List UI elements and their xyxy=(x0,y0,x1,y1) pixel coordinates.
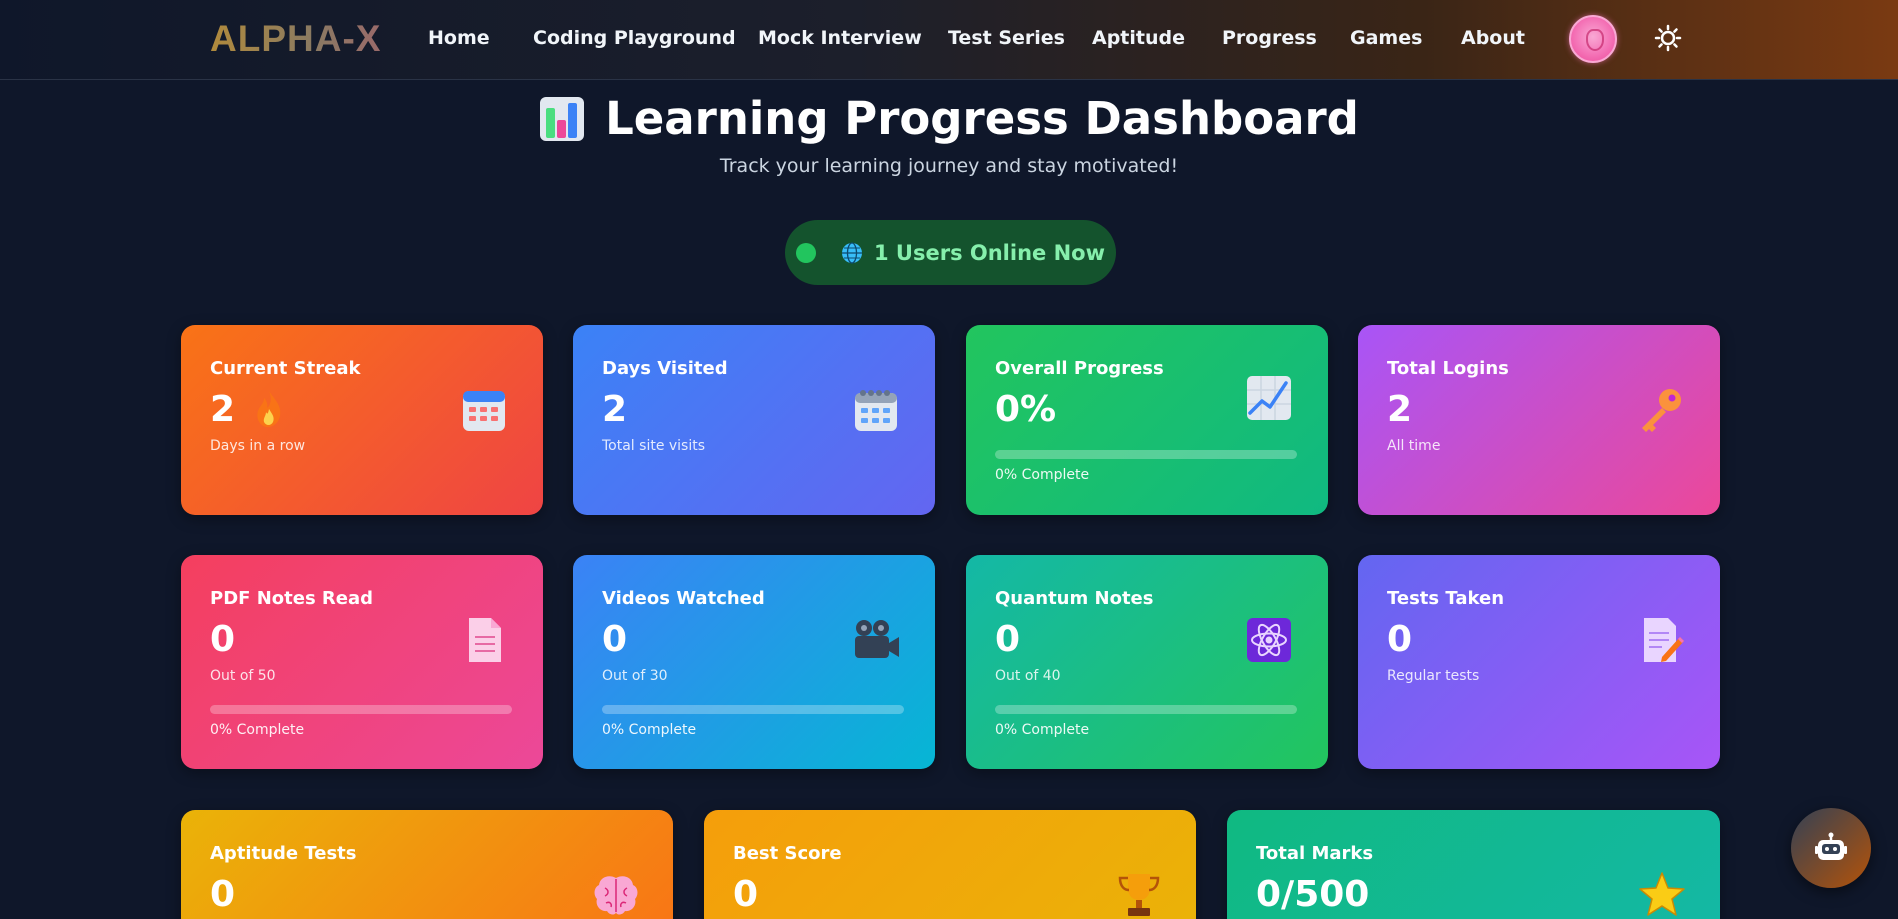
card-videos-watched: Videos Watched 0 Out of 30 0% Complete xyxy=(573,555,935,769)
online-users-badge: 1 Users Online Now xyxy=(785,220,1116,285)
nav-coding-playground[interactable]: Coding Playground xyxy=(533,27,736,49)
fire-icon xyxy=(257,391,281,428)
online-users-text: 1 Users Online Now xyxy=(874,240,1105,265)
trophy-icon xyxy=(1118,874,1160,916)
nav-mock-interview[interactable]: Mock Interview xyxy=(758,27,922,49)
card-sub: Out of 50 xyxy=(210,668,276,684)
card-label: Best Score xyxy=(733,843,842,864)
card-label: PDF Notes Read xyxy=(210,588,374,609)
card-label: Quantum Notes xyxy=(995,588,1154,609)
card-overall-progress: Overall Progress 0% 0% Complete xyxy=(966,325,1328,515)
card-pdf-notes-read: PDF Notes Read 0 Out of 50 0% Complete xyxy=(181,555,543,769)
card-aptitude-tests: Aptitude Tests 0 xyxy=(181,810,673,919)
card-tests-taken: Tests Taken 0 Regular tests xyxy=(1358,555,1720,769)
document-icon xyxy=(469,618,501,662)
card-label: Days Visited xyxy=(602,358,728,379)
progress-text: 0% Complete xyxy=(995,722,1090,738)
spiral-calendar-icon xyxy=(855,390,897,431)
sun-icon[interactable] xyxy=(1654,24,1682,52)
globe-icon xyxy=(842,241,862,264)
card-value: 2 xyxy=(210,389,236,430)
card-sub: Total site visits xyxy=(602,438,706,454)
progress-bar xyxy=(602,705,904,714)
progress-bar xyxy=(995,705,1297,714)
progress-text: 0% Complete xyxy=(602,722,697,738)
key-icon xyxy=(1642,389,1681,432)
robot-icon xyxy=(1815,832,1847,860)
chatbot-button[interactable] xyxy=(1791,808,1871,888)
progress-text: 0% Complete xyxy=(995,467,1090,483)
card-sub: Days in a row xyxy=(210,438,306,454)
card-label: Current Streak xyxy=(210,358,361,379)
card-value: 0% xyxy=(995,389,1057,430)
nav-aptitude[interactable]: Aptitude xyxy=(1092,27,1185,49)
card-current-streak: Current Streak 2 Days in a row xyxy=(181,325,543,515)
card-label: Tests Taken xyxy=(1387,588,1505,609)
movie-camera-icon xyxy=(855,620,899,658)
page-title-text: Learning Progress Dashboard xyxy=(605,92,1359,145)
calendar-icon xyxy=(463,391,505,431)
card-value: 0 xyxy=(210,874,236,915)
online-status-dot xyxy=(796,242,816,263)
card-best-score: Best Score 0 xyxy=(704,810,1196,919)
card-label: Overall Progress xyxy=(995,358,1164,379)
card-value: 0 xyxy=(733,874,759,915)
nav-home[interactable]: Home xyxy=(428,27,490,49)
progress-bar xyxy=(995,450,1297,459)
nav-progress[interactable]: Progress xyxy=(1222,27,1317,49)
card-sub: Out of 30 xyxy=(602,668,668,684)
card-total-marks: Total Marks 0/500 xyxy=(1227,810,1720,919)
card-value: 2 xyxy=(1387,389,1413,430)
card-label: Videos Watched xyxy=(602,588,765,609)
card-label: Aptitude Tests xyxy=(210,843,357,864)
card-sub: All time xyxy=(1387,438,1441,454)
atom-icon xyxy=(1247,618,1291,662)
avatar[interactable] xyxy=(1569,15,1617,63)
card-value: 0 xyxy=(210,619,236,660)
nav-test-series[interactable]: Test Series xyxy=(948,27,1065,49)
progress-text: 0% Complete xyxy=(210,722,305,738)
card-days-visited: Days Visited 2 Total site visits xyxy=(573,325,935,515)
progress-bar xyxy=(210,705,512,714)
card-sub: Regular tests xyxy=(1387,668,1480,684)
nav-games[interactable]: Games xyxy=(1350,27,1422,49)
card-label: Total Marks xyxy=(1256,843,1374,864)
page-title: Learning Progress Dashboard xyxy=(539,92,1359,145)
brain-icon xyxy=(594,876,638,915)
card-value: 0 xyxy=(1387,619,1413,660)
page-subtitle: Track your learning journey and stay mot… xyxy=(719,155,1179,177)
card-sub: Out of 40 xyxy=(995,668,1061,684)
card-quantum-notes: Quantum Notes 0 Out of 40 0% Complete xyxy=(966,555,1328,769)
card-label: Total Logins xyxy=(1387,358,1509,379)
card-value: 0 xyxy=(602,619,628,660)
star-icon xyxy=(1639,872,1685,916)
logo[interactable]: ALPHA-X xyxy=(210,18,381,60)
card-value: 0 xyxy=(995,619,1021,660)
chart-increasing-icon xyxy=(1247,376,1291,420)
card-total-logins: Total Logins 2 All time xyxy=(1358,325,1720,515)
card-value: 0/500 xyxy=(1256,874,1370,915)
navbar: ALPHA-X Home Coding Playground Mock Inte… xyxy=(0,0,1898,80)
memo-icon xyxy=(1644,618,1684,662)
nav-about[interactable]: About xyxy=(1461,27,1525,49)
card-value: 2 xyxy=(602,389,628,430)
page-title-row: Learning Progress Dashboard xyxy=(0,92,1898,146)
bar-chart-icon xyxy=(540,96,585,141)
